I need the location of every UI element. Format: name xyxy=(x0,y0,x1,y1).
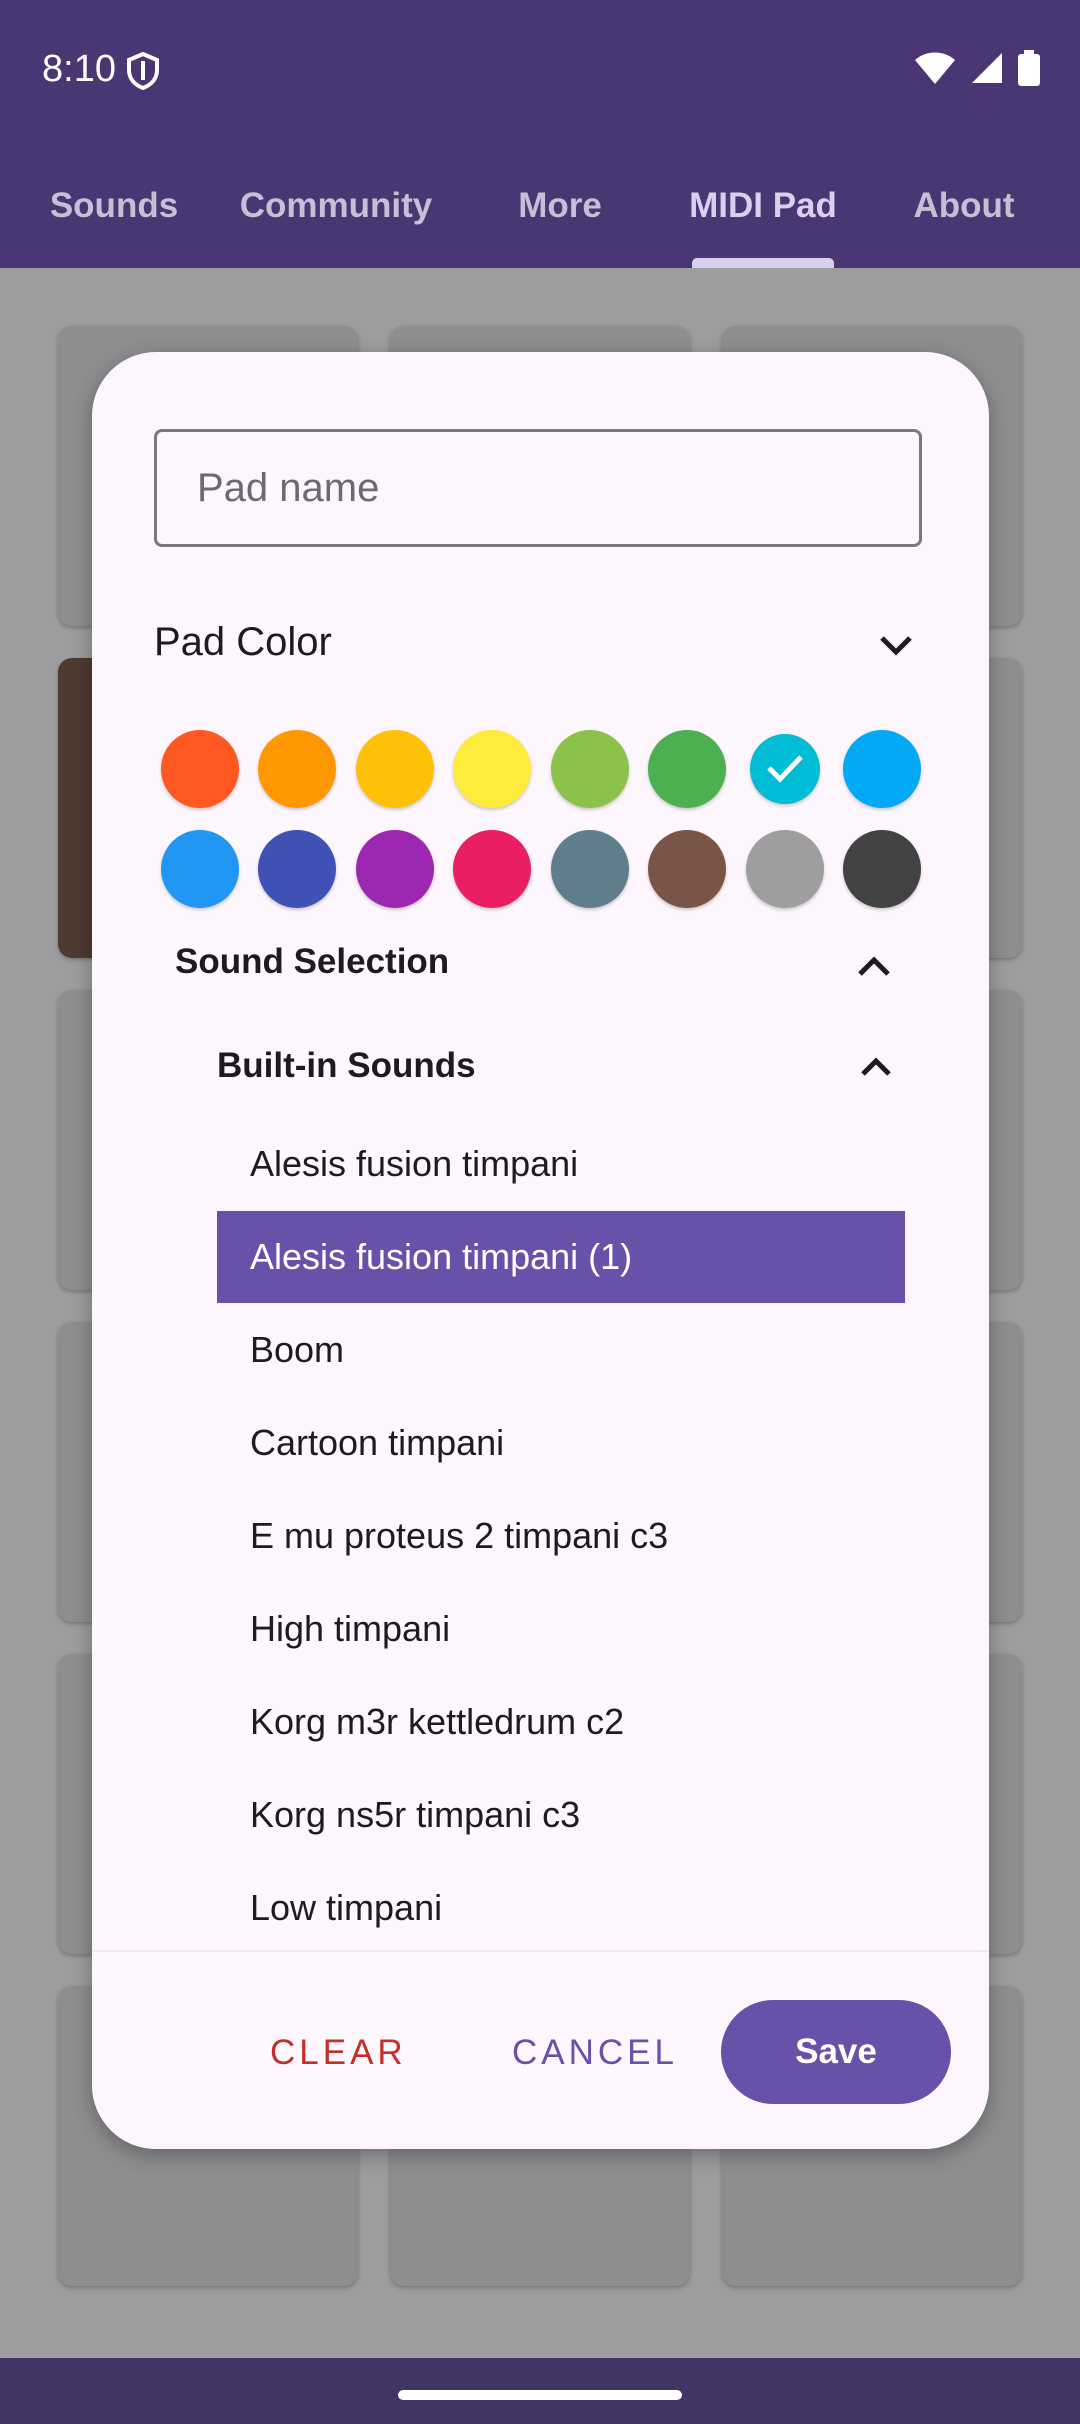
tab-midi-pad[interactable]: MIDI Pad xyxy=(689,186,837,226)
sound-selection-label: Sound Selection xyxy=(175,942,450,981)
color-swatch[interactable] xyxy=(843,830,921,908)
chevron-down-icon[interactable] xyxy=(876,630,916,665)
color-swatch[interactable] xyxy=(648,730,726,808)
tab-sounds[interactable]: Sounds xyxy=(50,186,178,226)
builtin-sounds-label: Built-in Sounds xyxy=(217,1046,476,1085)
sound-item[interactable]: E mu proteus 2 timpani c3 xyxy=(217,1490,905,1582)
app-bar: 8:10 Sounds Community More MIDI Pad Abou… xyxy=(0,0,1080,268)
status-time: 8:10 xyxy=(42,48,116,90)
tab-community[interactable]: Community xyxy=(240,186,433,226)
edit-pad-dialog: Pad Color Sound Selection Built-in Sound… xyxy=(92,352,989,2149)
signal-icon xyxy=(970,51,1004,90)
sound-item[interactable]: Korg ns5r timpani c3 xyxy=(217,1769,905,1861)
color-swatch[interactable] xyxy=(258,730,336,808)
pad-color-label: Pad Color xyxy=(154,620,332,664)
chevron-up-icon[interactable] xyxy=(858,1054,894,1087)
battery-icon xyxy=(1018,50,1040,91)
tab-bar: Sounds Community More MIDI Pad About xyxy=(0,168,1080,268)
tab-about[interactable]: About xyxy=(913,186,1014,226)
shield-icon xyxy=(126,51,160,95)
color-swatch[interactable] xyxy=(356,730,434,808)
tab-more[interactable]: More xyxy=(518,186,602,226)
sound-item[interactable]: High timpani xyxy=(217,1583,905,1675)
pad-name-input[interactable] xyxy=(154,429,922,547)
color-swatch[interactable] xyxy=(453,730,531,808)
sound-item[interactable]: Korg m3r kettledrum c2 xyxy=(217,1676,905,1768)
color-swatch[interactable] xyxy=(746,830,824,908)
color-swatch[interactable] xyxy=(258,830,336,908)
color-swatch[interactable] xyxy=(843,730,921,808)
sound-item[interactable]: Alesis fusion timpani (1) xyxy=(217,1211,905,1303)
active-tab-indicator xyxy=(692,258,834,268)
color-swatch[interactable] xyxy=(161,830,239,908)
dialog-actions: CLEAR CANCEL Save xyxy=(92,1950,989,2149)
system-icons xyxy=(914,50,1040,91)
color-swatch[interactable] xyxy=(551,830,629,908)
sound-item[interactable]: Boom xyxy=(217,1304,905,1396)
clear-button[interactable]: CLEAR xyxy=(264,2032,413,2074)
color-swatch[interactable] xyxy=(648,830,726,908)
sound-item[interactable]: Alesis fusion timpani xyxy=(217,1118,905,1210)
sound-item[interactable]: Low timpani xyxy=(217,1862,905,1954)
color-swatch[interactable] xyxy=(750,734,820,804)
color-swatch[interactable] xyxy=(453,830,531,908)
check-icon xyxy=(765,752,805,789)
color-swatch[interactable] xyxy=(161,730,239,808)
wifi-icon xyxy=(914,51,956,90)
cancel-button[interactable]: CANCEL xyxy=(506,2032,684,2074)
color-swatch[interactable] xyxy=(551,730,629,808)
sound-item[interactable]: Cartoon timpani xyxy=(217,1397,905,1489)
save-button[interactable]: Save xyxy=(721,2000,951,2104)
color-swatch[interactable] xyxy=(356,830,434,908)
chevron-up-icon[interactable] xyxy=(854,952,894,987)
home-handle[interactable] xyxy=(398,2390,682,2400)
